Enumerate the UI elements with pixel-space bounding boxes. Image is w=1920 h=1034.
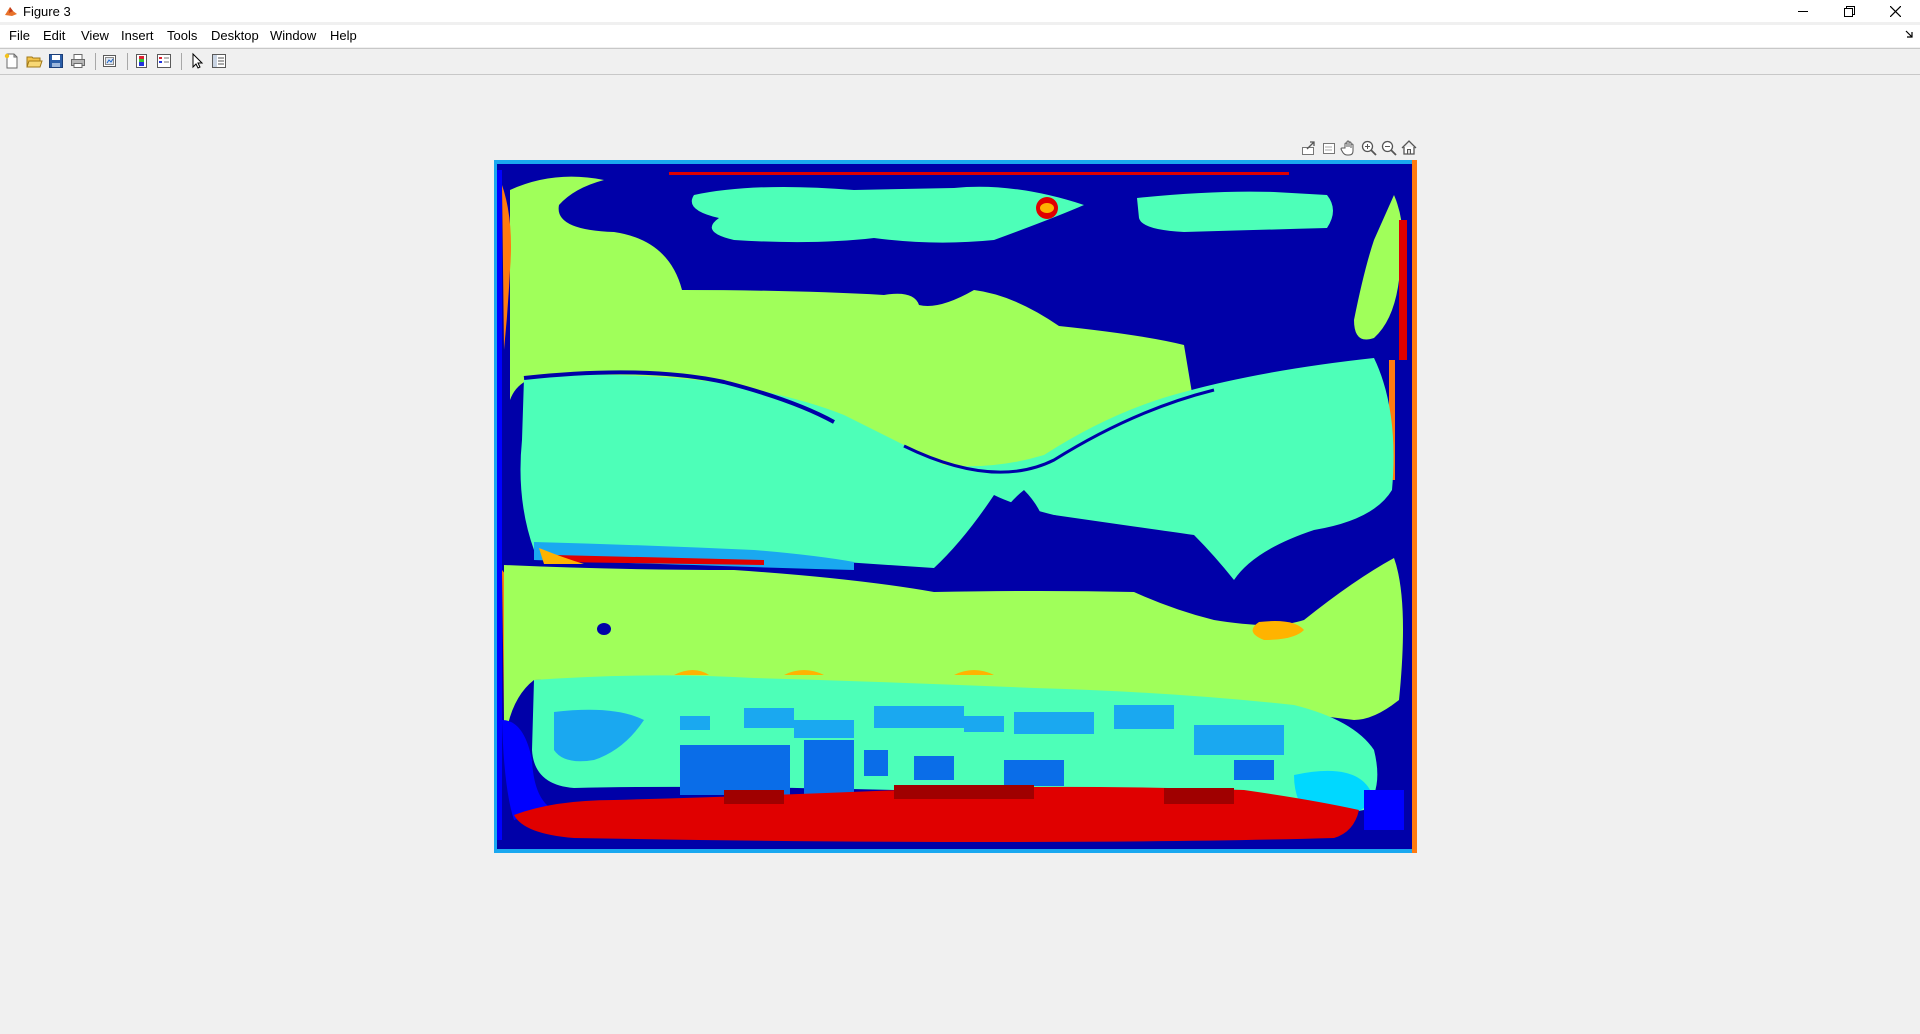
menu-insert[interactable]: Insert [121, 28, 154, 43]
menu-view[interactable]: View [81, 28, 109, 43]
figure-axes[interactable] [494, 160, 1417, 853]
open-file-icon[interactable] [25, 52, 43, 70]
restore-button[interactable] [1826, 0, 1872, 22]
brush-icon[interactable] [1320, 139, 1338, 157]
toolbar-separator [127, 53, 128, 70]
save-icon[interactable] [47, 52, 65, 70]
menu-help[interactable]: Help [330, 28, 357, 43]
window-title: Figure 3 [23, 4, 71, 19]
insert-colorbar-icon[interactable] [133, 52, 151, 70]
link-plot-icon[interactable] [101, 52, 119, 70]
matlab-icon [5, 7, 17, 16]
minimize-button[interactable] [1780, 0, 1826, 22]
menu-tools[interactable]: Tools [167, 28, 197, 43]
new-figure-icon[interactable] [3, 52, 21, 70]
edit-plot-icon[interactable] [188, 52, 206, 70]
zoom-in-icon[interactable] [1360, 139, 1378, 157]
restore-icon [1843, 5, 1855, 17]
insert-legend-icon[interactable] [155, 52, 173, 70]
menu-edit[interactable]: Edit [43, 28, 65, 43]
toolbar-separator [181, 53, 182, 70]
label-image [494, 160, 1417, 853]
export-icon[interactable] [1300, 139, 1318, 157]
zoom-out-icon[interactable] [1380, 139, 1398, 157]
pan-icon[interactable] [1340, 139, 1358, 157]
title-bar: Figure 3 [0, 0, 1920, 22]
axes-toolbar [1300, 139, 1420, 157]
figure-toolbar [0, 49, 1920, 75]
toolbar-separator [95, 53, 96, 70]
home-icon[interactable] [1400, 139, 1418, 157]
property-inspector-icon[interactable] [210, 52, 228, 70]
close-icon [1889, 5, 1901, 17]
print-icon[interactable] [69, 52, 87, 70]
menu-file[interactable]: File [9, 28, 30, 43]
close-button[interactable] [1872, 0, 1918, 22]
menu-desktop[interactable]: Desktop [211, 28, 259, 43]
minimize-icon [1798, 11, 1808, 12]
dock-arrow-icon[interactable] [1905, 30, 1914, 39]
menu-window[interactable]: Window [270, 28, 316, 43]
menu-bar: File Edit View Insert Tools Desktop Wind… [0, 25, 1920, 47]
